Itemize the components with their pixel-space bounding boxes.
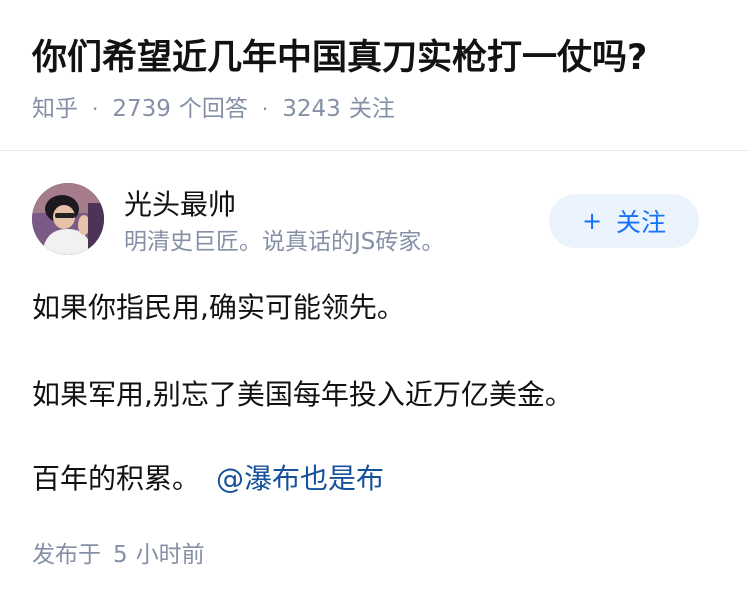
publish-num: 5	[113, 542, 128, 568]
follow-count: 3243	[282, 96, 341, 122]
publish-time: 发布于 5 小时前	[32, 540, 205, 570]
answer-paragraph: 如果你指民用,确实可能领先。	[32, 291, 405, 324]
follow-button-label: 关注	[616, 208, 667, 237]
answer-paragraph: 百年的积累。	[32, 462, 201, 495]
answer-page: 你们希望近几年中国真刀实枪打一仗吗? 知乎 · 2739 个回答 · 3243 …	[0, 0, 750, 606]
avatar[interactable]	[32, 183, 104, 255]
avatar-image	[32, 183, 104, 255]
author-name[interactable]: 光头最帅	[124, 187, 236, 223]
user-mention-link[interactable]: @瀑布也是布	[216, 462, 384, 495]
source-label[interactable]: 知乎	[32, 93, 78, 125]
answer-count-label: 个回答	[178, 96, 248, 122]
author-info: 光头最帅 明清史巨匠。说真话的JS砖家。 + 关注	[32, 183, 718, 259]
author-bio: 明清史巨匠。说真话的JS砖家。	[124, 229, 445, 255]
question-header: 你们希望近几年中国真刀实枪打一仗吗? 知乎 · 2739 个回答 · 3243 …	[0, 0, 750, 151]
follow-count-label: 关注	[348, 96, 395, 122]
publish-suffix: 小时前	[135, 542, 205, 568]
separator-dot: ·	[92, 97, 99, 121]
answer-paragraph: 如果军用,别忘了美国每年投入近万亿美金。	[32, 378, 573, 411]
question-meta: 知乎 · 2739 个回答 · 3243 关注	[32, 93, 395, 125]
separator-dot: ·	[261, 97, 269, 121]
answer-count: 2739	[112, 96, 171, 122]
publish-prefix: 发布于	[32, 542, 101, 568]
question-title[interactable]: 你们希望近几年中国真刀实枪打一仗吗?	[32, 36, 647, 80]
answer-paragraph-with-mention: 百年的积累。 @瀑布也是布	[32, 459, 384, 499]
follow-button[interactable]: + 关注	[549, 194, 699, 248]
plus-icon: +	[581, 207, 603, 235]
